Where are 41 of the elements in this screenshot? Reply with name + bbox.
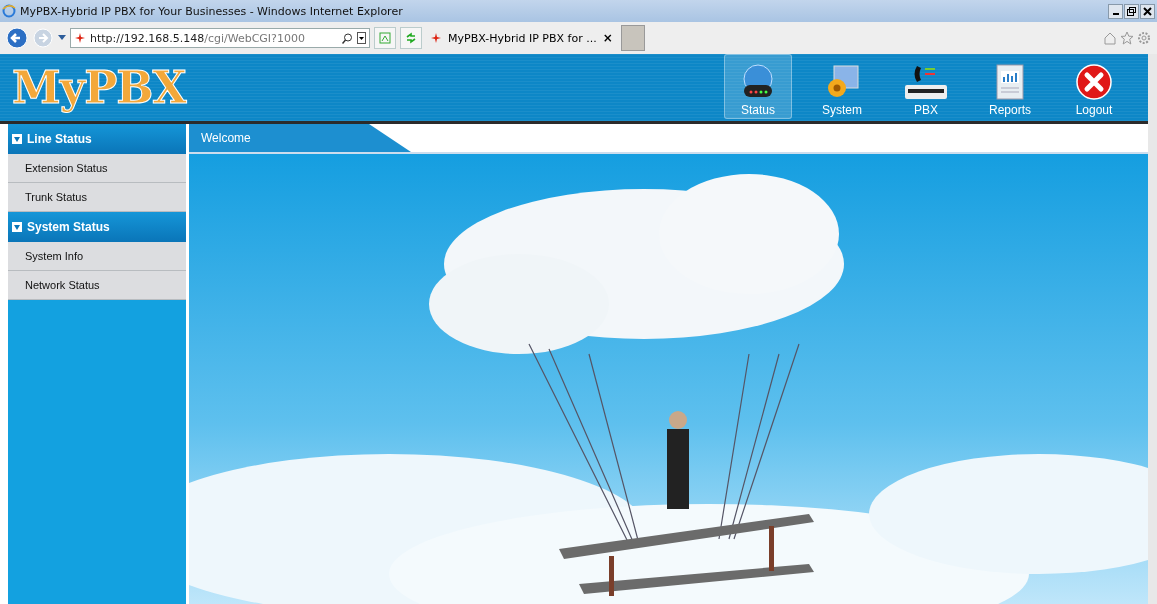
star-icon[interactable] [1120,31,1134,45]
site-logo-icon [74,32,86,44]
compatibility-button[interactable] [374,27,396,49]
nav-button[interactable]: Status [724,54,792,119]
home-icon[interactable] [1103,31,1117,45]
restore-button[interactable] [1124,3,1139,19]
new-tab-button[interactable] [620,25,645,51]
nav-button[interactable]: Reports [976,54,1044,119]
phone-device-icon [903,63,949,101]
sidebar-group-header[interactable]: Line Status [8,124,186,154]
nav-button[interactable]: PBX [892,54,960,119]
logo: MyPBX [12,62,186,113]
sidebar-item[interactable]: Trunk Status [8,183,186,212]
content-tab[interactable]: Welcome [189,124,411,152]
settings-icon[interactable] [1137,31,1151,45]
collapse-icon [12,134,22,144]
tab-close-button[interactable]: × [602,31,613,45]
sidebar-item[interactable]: Network Status [8,271,186,300]
search-icon[interactable] [342,32,353,44]
close-icon [1143,6,1152,16]
refresh-button[interactable] [400,27,422,49]
nav-button[interactable]: Logout [1060,54,1128,119]
restore-icon [1127,6,1136,16]
sidebar-group-header[interactable]: System Status [8,212,186,242]
report-document-icon [993,63,1027,101]
close-circle-icon [1075,63,1113,101]
address-field[interactable]: http://192.168.5.148/cgi/WebCGI?1000 [70,28,370,48]
back-button[interactable] [6,27,28,49]
minimize-button[interactable] [1108,3,1123,19]
close-button[interactable] [1140,3,1155,19]
collapse-icon [12,222,22,232]
nav-button[interactable]: System [808,54,876,119]
refresh-icon [405,32,417,44]
window-title: MyPBX-Hybrid IP PBX for Your Businesses - Windows Internet Explorer [20,4,403,18]
scrollbar[interactable] [1148,54,1157,604]
browser-logo-icon [2,4,16,18]
sidebar-item[interactable]: System Info [8,242,186,271]
site-logo-icon [430,32,442,44]
sidebar-item[interactable]: Extension Status [8,154,186,183]
browser-tab[interactable]: MyPBX-Hybrid IP PBX for ... × [426,25,617,51]
page-chart-icon [379,32,391,44]
